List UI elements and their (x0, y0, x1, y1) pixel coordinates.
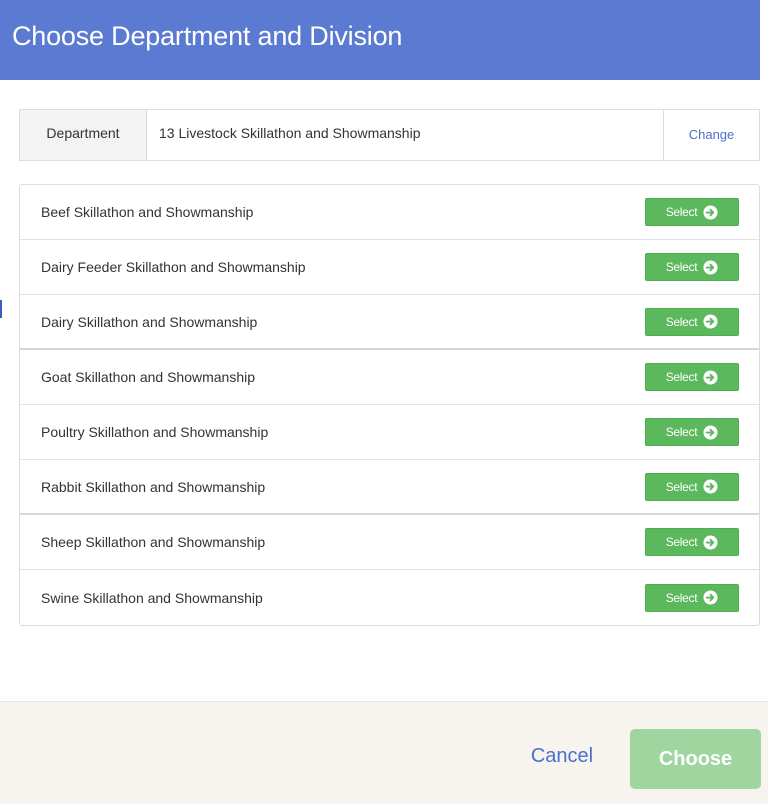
division-row: Goat Skillathon and Showmanship Select (20, 350, 759, 405)
department-row: Department 13 Livestock Skillathon and S… (19, 109, 760, 161)
select-button-label: Select (665, 590, 698, 605)
select-division-button[interactable]: Select (645, 418, 739, 446)
arrow-right-circle-icon (703, 369, 718, 385)
division-list: Beef Skillathon and Showmanship Select D… (19, 184, 760, 626)
division-name: Swine Skillathon and Showmanship (41, 589, 263, 606)
choose-button[interactable]: Choose (630, 729, 761, 789)
division-name: Goat Skillathon and Showmanship (41, 369, 256, 385)
division-row: Swine Skillathon and Showmanship Select (20, 570, 759, 625)
select-division-button[interactable]: Select (645, 253, 739, 281)
arrow-right-circle-icon (703, 204, 718, 220)
dialog-title: Choose Department and Division (12, 20, 403, 51)
division-name: Dairy Skillathon and Showmanship (41, 313, 258, 330)
select-division-button[interactable]: Select (645, 198, 739, 226)
division-row: Poultry Skillathon and Showmanship Selec… (20, 405, 759, 460)
division-row: Dairy Feeder Skillathon and Showmanship … (20, 240, 759, 295)
select-division-button[interactable]: Select (645, 583, 739, 612)
select-button-label: Select (665, 370, 698, 384)
department-value: 13 Livestock Skillathon and Showmanship (159, 125, 421, 141)
division-row: Beef Skillathon and Showmanship Select (20, 185, 759, 240)
select-button-label: Select (665, 205, 698, 219)
arrow-right-circle-icon (703, 314, 718, 329)
select-division-button[interactable]: Select (645, 363, 739, 391)
division-name: Poultry Skillathon and Showmanship (41, 424, 269, 440)
select-button-label: Select (665, 314, 698, 329)
division-row: Rabbit Skillathon and Showmanship Select (20, 460, 759, 515)
background-edge-mark (0, 300, 2, 318)
select-division-button[interactable]: Select (645, 528, 739, 556)
arrow-right-circle-icon (703, 479, 718, 494)
division-name: Rabbit Skillathon and Showmanship (41, 478, 266, 495)
division-name: Dairy Feeder Skillathon and Showmanship (41, 259, 306, 275)
change-department-link[interactable]: Change (663, 110, 759, 160)
division-name: Sheep Skillathon and Showmanship (41, 534, 266, 550)
select-button-label: Select (665, 425, 698, 439)
select-division-button[interactable]: Select (645, 472, 739, 501)
arrow-right-circle-icon (703, 259, 718, 275)
division-row: Sheep Skillathon and Showmanship Select (20, 515, 759, 570)
dialog-header: Choose Department and Division (0, 0, 760, 80)
arrow-right-circle-icon (703, 424, 718, 440)
select-division-button[interactable]: Select (645, 307, 739, 336)
arrow-right-circle-icon (703, 590, 718, 605)
select-button-label: Select (665, 479, 698, 494)
cancel-button[interactable]: Cancel (520, 745, 604, 768)
division-row: Dairy Skillathon and Showmanship Select (20, 295, 759, 350)
department-label: Department (20, 110, 147, 160)
choose-department-division-dialog: Choose Department and Division Departmen… (0, 0, 768, 804)
select-button-label: Select (665, 260, 698, 274)
select-button-label: Select (665, 535, 698, 549)
division-name: Beef Skillathon and Showmanship (41, 204, 254, 220)
arrow-right-circle-icon (703, 534, 718, 550)
